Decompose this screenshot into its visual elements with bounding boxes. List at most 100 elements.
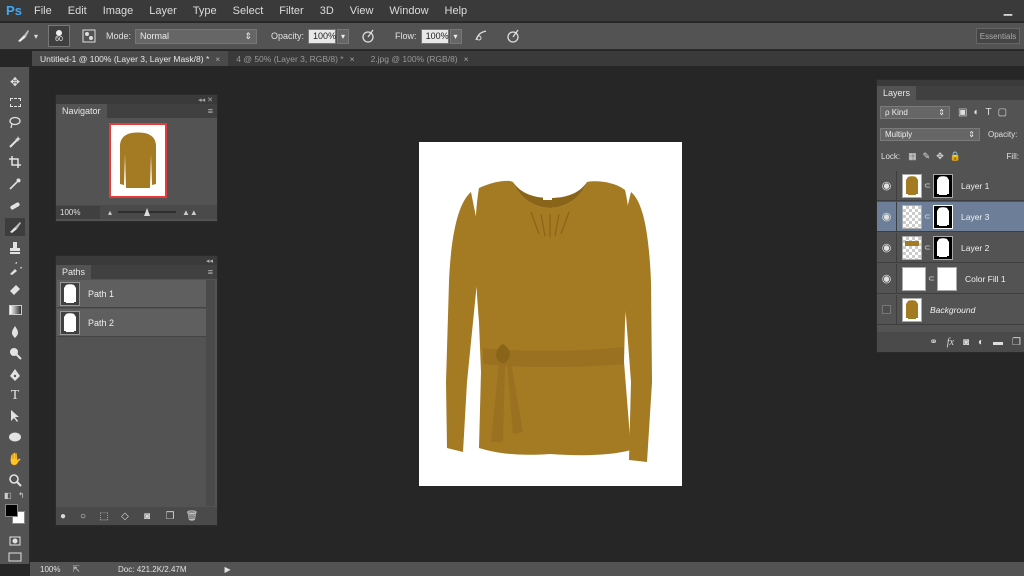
- zoom-slider[interactable]: [118, 208, 177, 216]
- zoom-out-icon[interactable]: ▴: [108, 208, 112, 217]
- link-icon[interactable]: ⊂: [924, 181, 931, 190]
- gradient-tool-icon[interactable]: [5, 301, 25, 319]
- status-menu-arrow-icon[interactable]: ▶: [225, 565, 231, 574]
- blur-tool-icon[interactable]: [5, 323, 25, 341]
- quick-mask-icon[interactable]: [5, 532, 25, 550]
- new-path-icon[interactable]: ❐: [163, 510, 177, 522]
- visibility-toggle[interactable]: [877, 294, 897, 325]
- navigator-tab[interactable]: Navigator: [56, 104, 107, 118]
- crop-tool-icon[interactable]: [5, 153, 25, 171]
- navigator-preview[interactable]: [109, 123, 167, 198]
- pressure-size-icon[interactable]: [504, 27, 522, 45]
- fill-path-icon[interactable]: ●: [56, 510, 70, 522]
- lock-pixels-icon[interactable]: ✎: [923, 151, 931, 162]
- status-zoom[interactable]: 100%: [40, 565, 60, 574]
- paths-tab[interactable]: Paths: [56, 265, 92, 279]
- new-group-icon[interactable]: ▬: [993, 337, 1003, 348]
- layer-mask-thumbnail[interactable]: [937, 266, 957, 291]
- brush-panel-toggle-icon[interactable]: [80, 27, 98, 45]
- add-mask-icon[interactable]: ◙: [140, 510, 154, 522]
- brush-tool-preset-icon[interactable]: [14, 27, 32, 45]
- path-item-1[interactable]: Path 1: [57, 280, 207, 308]
- menu-image[interactable]: Image: [95, 0, 142, 22]
- layer-row-layer-3[interactable]: ◉ ⊂ Layer 3: [877, 201, 1024, 232]
- filter-shape-icon[interactable]: ▢: [998, 107, 1007, 118]
- menu-view[interactable]: View: [342, 0, 382, 22]
- path-item-2[interactable]: Path 2: [57, 309, 207, 337]
- tab-untitled-1[interactable]: Untitled-1 @ 100% (Layer 3, Layer Mask/8…: [32, 51, 229, 66]
- eraser-tool-icon[interactable]: [5, 280, 25, 298]
- layer-row-layer-2[interactable]: ◉ ⊂ Layer 2: [877, 232, 1024, 263]
- layers-tab[interactable]: Layers: [877, 86, 917, 100]
- link-icon[interactable]: ⊂: [928, 274, 935, 283]
- clone-stamp-tool-icon[interactable]: [5, 239, 25, 257]
- lock-position-icon[interactable]: ✥: [936, 151, 944, 162]
- layer-row-layer-1[interactable]: ◉ ⊂ Layer 1: [877, 170, 1024, 201]
- export-icon[interactable]: ⇱: [72, 564, 80, 575]
- shape-tool-icon[interactable]: [5, 428, 25, 446]
- menu-file[interactable]: File: [26, 0, 60, 22]
- flow-input[interactable]: 100%: [420, 28, 449, 44]
- preset-dropdown-arrow-icon[interactable]: ▾: [34, 32, 38, 41]
- lock-transparency-icon[interactable]: ▦: [908, 151, 917, 162]
- airbrush-icon[interactable]: [472, 27, 490, 45]
- swap-colors-icon[interactable]: ↰: [18, 491, 25, 500]
- menu-layer[interactable]: Layer: [141, 0, 185, 22]
- zoom-in-icon[interactable]: ▲▲: [182, 208, 198, 217]
- new-layer-icon[interactable]: ❐: [1012, 337, 1021, 348]
- close-icon[interactable]: ×: [464, 54, 469, 64]
- brush-size-picker[interactable]: 60: [48, 25, 71, 47]
- hand-tool-icon[interactable]: ✋: [5, 450, 25, 468]
- layer-mask-thumbnail[interactable]: [933, 204, 953, 229]
- paths-scrollbar[interactable]: [206, 280, 215, 506]
- eye-icon[interactable]: ◉: [877, 201, 897, 232]
- move-tool-icon[interactable]: ✥: [5, 73, 25, 91]
- flow-dropdown-icon[interactable]: ▾: [449, 28, 462, 44]
- menu-select[interactable]: Select: [225, 0, 272, 22]
- adjustment-layer-icon[interactable]: ◐: [978, 337, 984, 348]
- eye-icon[interactable]: ◉: [877, 232, 897, 263]
- type-tool-icon[interactable]: T: [5, 387, 25, 405]
- filter-pixel-icon[interactable]: ▣: [958, 107, 967, 118]
- panel-menu-icon[interactable]: ≡: [208, 106, 213, 116]
- add-mask-icon[interactable]: ◙: [963, 337, 969, 348]
- layer-mask-thumbnail[interactable]: [933, 173, 953, 198]
- menu-type[interactable]: Type: [185, 0, 225, 22]
- filter-adjustment-icon[interactable]: ◐: [973, 107, 979, 118]
- navigator-zoom-value[interactable]: 100%: [56, 205, 100, 219]
- fx-icon[interactable]: fx: [947, 337, 954, 348]
- lock-all-icon[interactable]: 🔒: [950, 151, 961, 162]
- menu-window[interactable]: Window: [381, 0, 436, 22]
- layer-row-background[interactable]: Background: [877, 294, 1024, 325]
- foreground-color-swatch[interactable]: [5, 504, 18, 517]
- canvas-document[interactable]: [419, 142, 682, 486]
- spot-healing-tool-icon[interactable]: [5, 197, 25, 215]
- close-icon[interactable]: ×: [215, 54, 220, 64]
- default-colors-icon[interactable]: ◧: [4, 491, 12, 500]
- layer-row-color-fill-1[interactable]: ◉ ⊂ Color Fill 1: [877, 263, 1024, 294]
- magic-wand-tool-icon[interactable]: [5, 133, 25, 151]
- panel-collapse-bar[interactable]: ◂◂ ✕: [56, 95, 217, 104]
- tab-4[interactable]: 4 @ 50% (Layer 3, RGB/8) * ×: [228, 51, 362, 66]
- opacity-input[interactable]: 100%: [308, 28, 336, 44]
- blend-mode-select[interactable]: Multiply ⇕: [880, 128, 980, 141]
- panel-menu-icon[interactable]: ≡: [208, 267, 213, 277]
- opacity-dropdown-icon[interactable]: ▾: [337, 28, 350, 44]
- zoom-tool-icon[interactable]: [5, 471, 25, 489]
- menu-3d[interactable]: 3D: [312, 0, 342, 22]
- path-selection-tool-icon[interactable]: [5, 407, 25, 425]
- link-icon[interactable]: ⊂: [924, 212, 931, 221]
- close-icon[interactable]: ×: [350, 54, 355, 64]
- menu-filter[interactable]: Filter: [271, 0, 311, 22]
- stroke-path-icon[interactable]: ○: [76, 510, 90, 522]
- tab-2-jpg[interactable]: 2.jpg @ 100% (RGB/8) ×: [363, 51, 477, 66]
- load-selection-icon[interactable]: ⬚: [97, 510, 111, 522]
- lasso-tool-icon[interactable]: [5, 113, 25, 131]
- pen-tool-icon[interactable]: [5, 366, 25, 384]
- panel-collapse-bar[interactable]: ◂◂: [56, 256, 217, 265]
- make-work-path-icon[interactable]: ◇: [118, 510, 132, 522]
- layer-mask-thumbnail[interactable]: [933, 235, 953, 260]
- pressure-opacity-icon[interactable]: [359, 27, 377, 45]
- menu-edit[interactable]: Edit: [60, 0, 95, 22]
- filter-type-icon[interactable]: T: [986, 107, 992, 118]
